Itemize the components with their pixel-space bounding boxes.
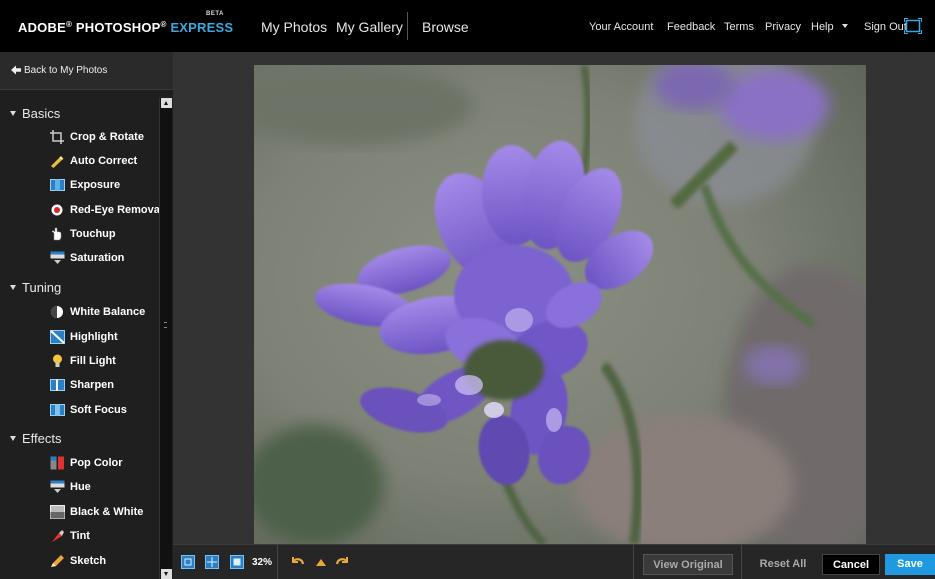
grid-view-icon[interactable] (205, 555, 219, 569)
nav-browse[interactable]: Browse (422, 19, 469, 35)
cancel-button[interactable]: Cancel (822, 554, 880, 575)
link-feedback[interactable]: Feedback (667, 21, 715, 33)
scroll-grip[interactable] (164, 322, 167, 328)
white-balance-icon (51, 306, 63, 318)
scroll-up-arrow-icon[interactable] (161, 98, 172, 108)
red-eye-icon (51, 204, 63, 216)
chevron-down-icon (10, 285, 16, 290)
section-effects[interactable]: Effects (10, 431, 62, 446)
redo-icon[interactable] (335, 556, 349, 568)
view-original-button[interactable]: View Original (643, 554, 733, 575)
hand-pointer-icon (51, 227, 62, 241)
nav-my-photos[interactable]: My Photos (261, 19, 327, 35)
hue-icon (50, 480, 65, 493)
link-terms[interactable]: Terms (724, 21, 754, 33)
link-your-account[interactable]: Your Account (589, 21, 653, 33)
tools-scrollbar[interactable] (159, 98, 172, 579)
chevron-down-icon (10, 111, 16, 116)
link-privacy[interactable]: Privacy (765, 21, 801, 33)
save-button[interactable]: Save (885, 554, 935, 575)
reset-all-button[interactable]: Reset All (748, 554, 818, 575)
top-bar: ADOBE® PHOTOSHOP® EXPRESS BETA My Photos… (0, 0, 935, 52)
toolbar-divider (633, 545, 634, 579)
flower-photo (254, 65, 866, 544)
zoom-level: 32% (252, 557, 273, 568)
sharpen-icon (50, 379, 65, 391)
tint-brush-icon (52, 530, 64, 542)
app-logo[interactable]: ADOBE® PHOTOSHOP® EXPRESS BETA (18, 11, 233, 35)
caret-down-icon (841, 24, 848, 28)
link-sign-out[interactable]: Sign Out (864, 21, 907, 33)
left-arrow-icon (11, 65, 21, 75)
scroll-down-arrow-icon[interactable] (161, 569, 172, 579)
fullscreen-icon[interactable] (904, 18, 922, 34)
toolbar-divider (277, 545, 278, 579)
back-to-my-photos-link[interactable]: Back to My Photos (0, 52, 173, 90)
actual-size-icon[interactable] (230, 555, 244, 569)
light-bulb-icon (53, 354, 62, 367)
beta-badge: BETA (206, 11, 224, 17)
magic-wand-icon (51, 156, 64, 168)
editor-toolbar: 32% View Original Reset All Cancel Save (173, 544, 935, 579)
photo-canvas[interactable] (254, 65, 866, 544)
saturation-icon (50, 251, 65, 264)
pop-color-icon (50, 456, 64, 470)
menu-help[interactable]: Help (811, 21, 848, 33)
section-basics[interactable]: Basics (10, 106, 60, 121)
nav-my-gallery[interactable]: My Gallery (336, 19, 403, 35)
chevron-down-icon (10, 436, 16, 441)
section-tuning[interactable]: Tuning (10, 280, 61, 295)
fit-view-icon[interactable] (181, 555, 195, 569)
editor-workspace (173, 52, 935, 544)
highlight-icon (50, 330, 65, 344)
undo-icon[interactable] (291, 556, 305, 568)
pencil-icon (51, 555, 64, 567)
exposure-icon (50, 179, 65, 191)
nav-divider (407, 12, 408, 40)
toolbar-divider (741, 545, 742, 579)
soft-focus-icon (50, 404, 65, 416)
crop-icon (50, 130, 64, 144)
black-white-icon (50, 505, 65, 519)
tools-panel: Back to My Photos Basics Crop & Rotate A… (0, 52, 173, 579)
triangle-up-icon[interactable] (314, 556, 328, 568)
